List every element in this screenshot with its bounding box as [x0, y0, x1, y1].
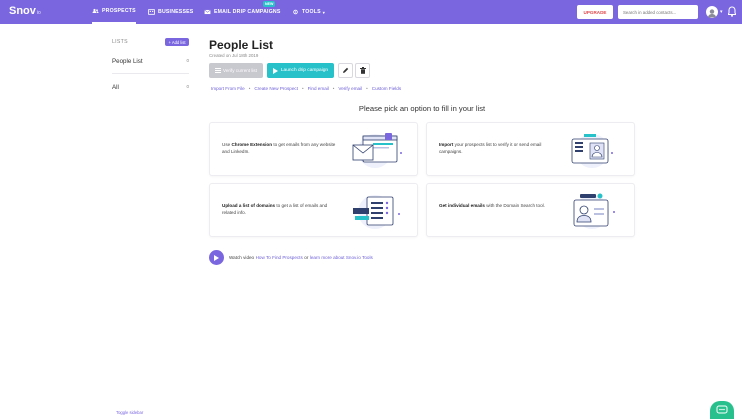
verify-email-link[interactable]: Verify email	[338, 86, 362, 91]
sidebar-item-count: 0	[186, 58, 189, 63]
play-icon	[272, 67, 278, 74]
tools-icon	[293, 9, 298, 15]
card-description: Import your prospects list to verify it …	[439, 142, 542, 154]
import-contacts-illustration-icon	[571, 134, 613, 168]
launch-drip-label: Launch drip campaign	[280, 68, 329, 73]
card-description: Upload a list of domains to get a list o…	[222, 203, 328, 215]
nav-tools-label: TOOLS	[302, 9, 321, 15]
domain-list-illustration-icon	[353, 195, 400, 229]
created-date: Created on Jul 18th 2019	[209, 53, 259, 58]
play-icon	[214, 254, 219, 261]
or-text: or	[304, 255, 309, 260]
how-to-find-prospects-link[interactable]: How To Find Prospects	[256, 255, 303, 260]
people-icon	[92, 8, 99, 13]
sidebar-divider	[112, 73, 189, 74]
page-title: People List	[209, 38, 274, 52]
trash-icon	[359, 67, 366, 74]
link-separator: •	[301, 86, 304, 91]
nav-tools[interactable]: TOOLS ▾	[292, 0, 325, 24]
add-list-button[interactable]: + Add list	[165, 38, 189, 46]
new-badge: NEW	[263, 1, 276, 7]
action-links: Import From File • Create New Prospect • F…	[211, 86, 401, 91]
building-icon	[148, 9, 155, 15]
watch-video-text: Watch video	[229, 255, 255, 260]
sidebar-item-label: People List	[112, 58, 143, 65]
avatar-chevron-icon[interactable]: ▾	[720, 9, 723, 15]
sidebar-item-label: All	[112, 84, 119, 91]
nav-businesses[interactable]: BUSINESSES	[148, 0, 193, 24]
link-separator: •	[366, 86, 368, 91]
import-from-file-link[interactable]: Import From File	[211, 86, 245, 91]
sidebar-item-all[interactable]: All 0	[112, 84, 189, 91]
edit-button[interactable]	[338, 63, 353, 78]
pick-option-heading: Please pick an option to fill in your li…	[358, 104, 486, 113]
search-input[interactable]	[618, 5, 698, 19]
upload-domains-card[interactable]: Upload a list of domains to get a list o…	[209, 183, 418, 237]
user-icon	[708, 9, 716, 18]
watch-video-row: Watch video How To Find Prospects or lea…	[209, 250, 374, 265]
lists-heading: LISTS	[112, 39, 128, 45]
nav-prospects-label: PROSPECTS	[102, 8, 136, 14]
avatar[interactable]	[706, 6, 718, 18]
pencil-icon	[343, 67, 349, 73]
list-icon	[215, 68, 222, 73]
create-new-prospect-link[interactable]: Create New Prospect	[254, 86, 298, 91]
chrome-extension-card[interactable]: Use Chrome Extension to get emails from …	[209, 122, 418, 176]
chat-icon	[716, 405, 728, 414]
import-card[interactable]: Import your prospects list to verify it …	[426, 122, 635, 176]
upgrade-button[interactable]: UPGRADE	[577, 5, 613, 19]
person-card-illustration-icon	[573, 193, 615, 229]
individual-emails-card[interactable]: Get individual emails with the Domain Se…	[426, 183, 635, 237]
delete-button[interactable]	[355, 63, 370, 78]
snov-logo[interactable]: Snovio	[9, 5, 41, 17]
find-email-link[interactable]: Find email	[308, 86, 329, 91]
browser-mail-illustration-icon	[352, 133, 402, 168]
custom-fields-link[interactable]: Custom Fields	[372, 86, 401, 91]
play-video-button[interactable]	[209, 250, 224, 265]
card-description: Use Chrome Extension to get emails from …	[222, 142, 336, 154]
link-separator: •	[248, 86, 251, 91]
nav-email-drip-label: EMAIL DRIP CAMPAIGNS	[214, 9, 281, 15]
link-separator: •	[332, 86, 335, 91]
learn-more-tools-link[interactable]: learn more about Snov.io Tools	[310, 255, 373, 260]
nav-prospects[interactable]: PROSPECTS	[92, 0, 136, 24]
card-description: Get individual emails with the Domain Se…	[439, 203, 545, 208]
toggle-sidebar-link[interactable]: Toggle sidebar	[116, 410, 143, 415]
chevron-down-icon: ▾	[322, 9, 325, 15]
nav-businesses-label: BUSINESSES	[158, 9, 194, 15]
sidebar-item-count: 0	[186, 84, 189, 89]
bell-icon[interactable]	[728, 6, 736, 17]
launch-drip-campaign-button[interactable]: Launch drip campaign	[267, 63, 334, 78]
sidebar-item-people-list[interactable]: People List 0	[112, 58, 189, 65]
verify-list-button[interactable]: Verify current list	[209, 63, 263, 78]
top-navigation-bar: Snovio PROSPECTS BUSINESSES EMAIL DRIP C…	[0, 0, 742, 24]
chat-button[interactable]	[710, 401, 734, 419]
mail-icon	[204, 9, 211, 15]
verify-list-label: Verify current list	[223, 68, 257, 73]
